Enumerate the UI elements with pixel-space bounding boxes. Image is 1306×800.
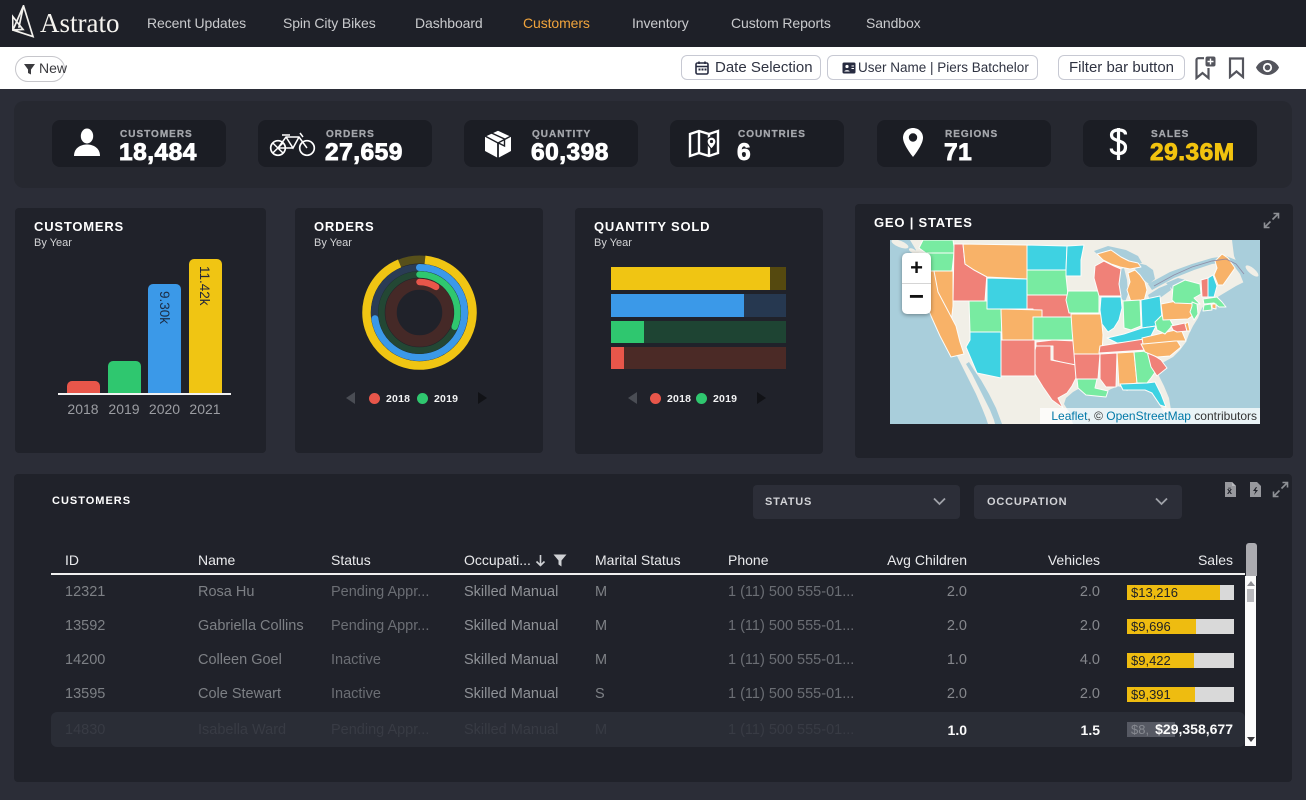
svg-text:x̄: x̄ — [1227, 486, 1232, 496]
